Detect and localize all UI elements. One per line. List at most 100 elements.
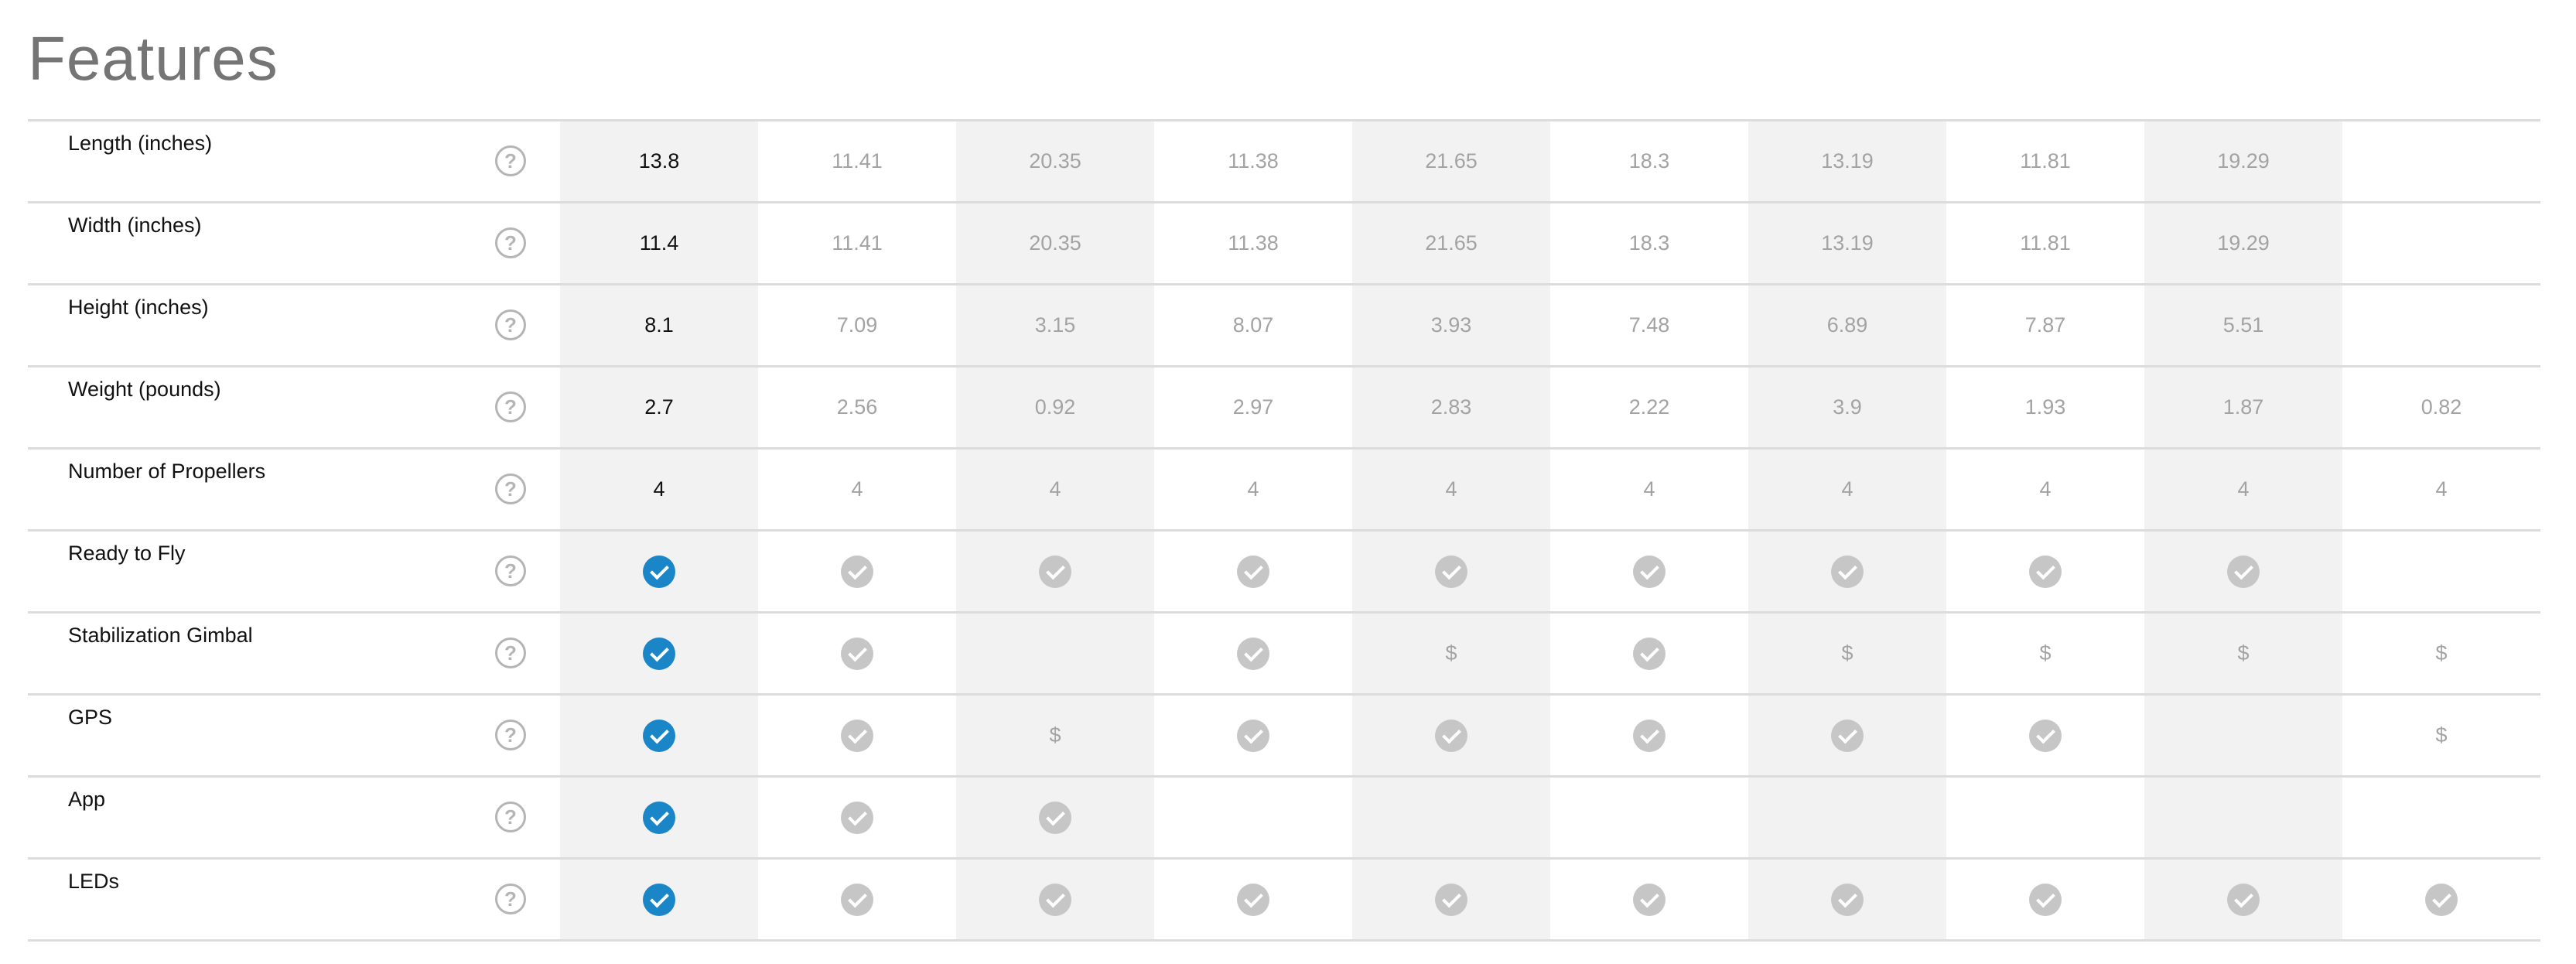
feature-label-cell: Ready to Fly [28, 529, 461, 613]
feature-label: Stabilization Gimbal [68, 624, 253, 647]
value-cell: 11.4 [560, 201, 758, 285]
feature-label: Ready to Fly [68, 542, 186, 565]
value-cell [1550, 529, 1748, 613]
value-cell [956, 529, 1154, 613]
value-cell: 4 [1748, 447, 1946, 531]
value-cell: 4 [560, 447, 758, 531]
value-cell: 11.81 [1946, 201, 2144, 285]
help-icon[interactable]: ? [495, 719, 526, 750]
value-cell [758, 611, 956, 695]
cell-value: 13.8 [638, 149, 680, 173]
value-cell: 11.38 [1154, 119, 1352, 203]
value-cell: 4 [1550, 447, 1748, 531]
cell-value: 4 [1247, 477, 1259, 501]
help-cell: ? [461, 611, 560, 695]
value-cell [1154, 693, 1352, 777]
value-cell [560, 529, 758, 613]
help-icon[interactable]: ? [495, 309, 526, 340]
value-cell [1352, 857, 1550, 942]
help-icon[interactable]: ? [495, 473, 526, 504]
cell-value: 8.07 [1232, 313, 1274, 337]
value-cell: 2.22 [1550, 365, 1748, 449]
page-title: Features [28, 24, 278, 93]
check-circle-icon [1435, 883, 1467, 916]
check-circle-icon [841, 883, 873, 916]
value-cell: 0.82 [2342, 365, 2540, 449]
cell-value: 4 [2039, 477, 2052, 501]
help-icon[interactable]: ? [495, 637, 526, 668]
help-cell: ? [461, 857, 560, 942]
value-cell [2144, 857, 2342, 942]
value-cell: 21.65 [1352, 201, 1550, 285]
check-circle-icon [1237, 883, 1269, 916]
value-cell: 21.65 [1352, 119, 1550, 203]
cell-value: 2.83 [1430, 395, 1472, 419]
check-circle-icon [1039, 883, 1071, 916]
help-cell: ? [461, 365, 560, 449]
help-icon[interactable]: ? [495, 555, 526, 586]
help-icon[interactable]: ? [495, 227, 526, 258]
cell-value: 2.7 [644, 395, 674, 419]
check-circle-icon [1237, 719, 1269, 752]
value-cell [1154, 611, 1352, 695]
feature-label-cell: Stabilization Gimbal [28, 611, 461, 695]
value-cell: 8.07 [1154, 283, 1352, 367]
check-circle-icon [643, 883, 675, 916]
check-circle-icon [1237, 555, 1269, 588]
cell-value: 11.4 [639, 231, 679, 255]
cell-value: 11.38 [1228, 231, 1279, 255]
value-cell [1154, 775, 1352, 859]
value-cell [1946, 775, 2144, 859]
value-cell [1352, 775, 1550, 859]
check-circle-icon [2029, 555, 2062, 588]
value-cell [2342, 119, 2540, 203]
feature-label-cell: Weight (pounds) [28, 365, 461, 449]
value-cell: 11.41 [758, 119, 956, 203]
cell-value: 4 [1643, 477, 1655, 501]
table-row: Width (inches)? 11.4 11.41 20.35 11.38 21.65 1… [28, 201, 2540, 285]
value-cell: $ [1946, 611, 2144, 695]
value-cell [560, 693, 758, 777]
value-cell [1550, 693, 1748, 777]
help-icon[interactable]: ? [495, 883, 526, 914]
value-cell [1946, 529, 2144, 613]
value-cell: 5.51 [2144, 283, 2342, 367]
help-icon[interactable]: ? [495, 145, 526, 176]
check-circle-icon [2029, 719, 2062, 752]
value-cell [2342, 775, 2540, 859]
help-cell: ? [461, 775, 560, 859]
value-cell: 13.19 [1748, 119, 1946, 203]
cell-value: 7.87 [2024, 313, 2066, 337]
check-circle-icon [2425, 883, 2458, 916]
cell-value: 21.65 [1425, 231, 1478, 255]
help-icon[interactable]: ? [495, 801, 526, 832]
feature-label: App [68, 788, 106, 811]
value-cell [956, 775, 1154, 859]
table-row: Ready to Fly? [28, 529, 2540, 613]
value-cell [2144, 693, 2342, 777]
cell-value: 8.1 [644, 313, 674, 337]
cell-value: 1.93 [2024, 395, 2066, 419]
value-cell: $ [2342, 611, 2540, 695]
help-cell: ? [461, 283, 560, 367]
value-cell: 18.3 [1550, 201, 1748, 285]
value-cell [956, 611, 1154, 695]
cell-value: 18.3 [1628, 231, 1670, 255]
check-circle-icon [1435, 719, 1467, 752]
value-cell [758, 775, 956, 859]
cell-value: 20.35 [1029, 231, 1081, 255]
help-cell: ? [461, 447, 560, 531]
help-cell: ? [461, 119, 560, 203]
value-cell: 4 [758, 447, 956, 531]
value-cell [758, 529, 956, 613]
value-cell: 4 [2342, 447, 2540, 531]
features-table-body: Length (inches)? 13.8 11.41 20.35 11.38 21.65… [28, 119, 2540, 942]
help-cell: ? [461, 529, 560, 613]
feature-label-cell: LEDs [28, 857, 461, 942]
value-cell: $ [956, 693, 1154, 777]
cell-value: 4 [2237, 477, 2250, 501]
value-cell [1946, 857, 2144, 942]
dollar-icon: $ [2237, 641, 2250, 665]
help-icon[interactable]: ? [495, 391, 526, 422]
value-cell: 11.41 [758, 201, 956, 285]
